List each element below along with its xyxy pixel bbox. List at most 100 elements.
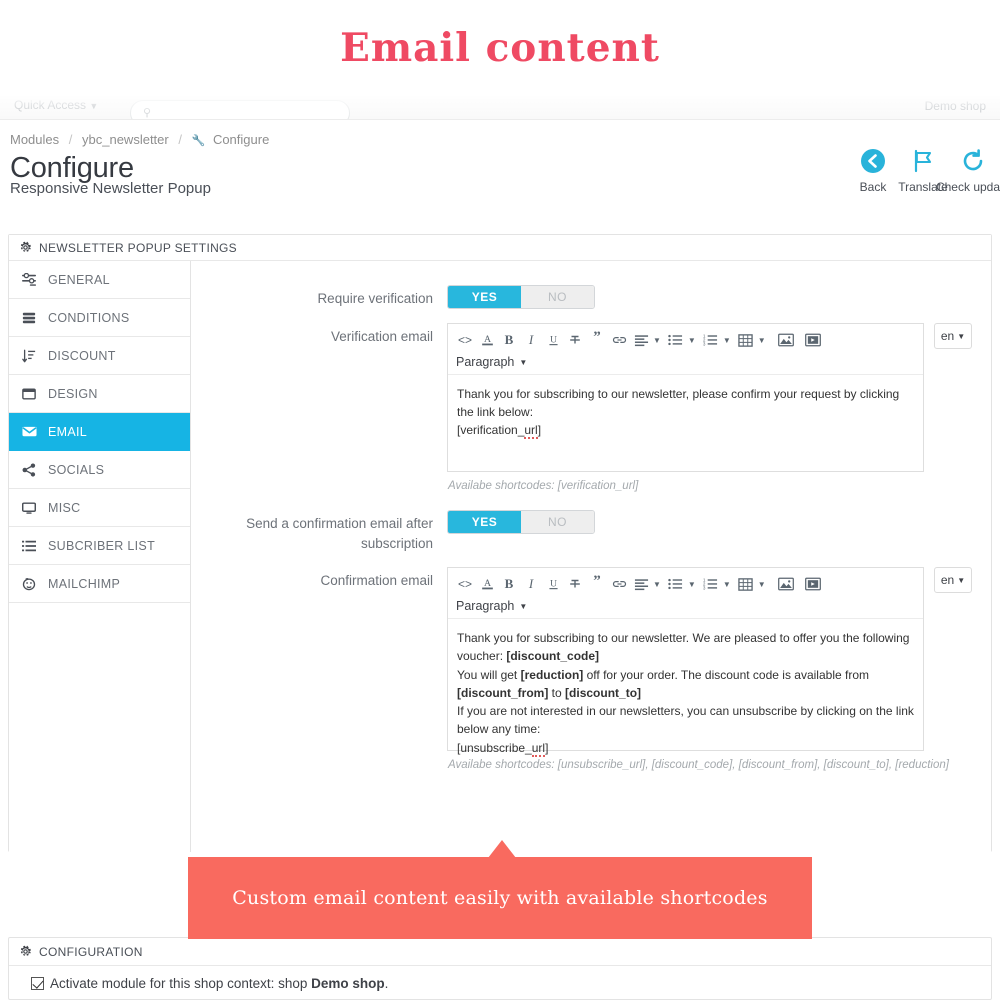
toggle-no-option[interactable]: NO [521, 511, 594, 533]
text-color-icon[interactable]: A [476, 573, 498, 595]
sidebar-item-email[interactable]: EMAIL [9, 413, 190, 451]
toggle-yes-option[interactable]: YES [448, 511, 521, 533]
link-icon[interactable] [608, 573, 630, 595]
page-root: Email content Quick Access ▼ ⚲ Demo shop… [0, 0, 1000, 1000]
ordered-list-icon[interactable]: 123 [700, 573, 722, 595]
breadcrumb-item-module[interactable]: ybc_newsletter [82, 132, 169, 147]
settings-panel-title: NEWSLETTER POPUP SETTINGS [39, 240, 237, 255]
ordered-list-dropdown-caret-icon[interactable]: ▼ [722, 336, 735, 345]
source-code-icon[interactable]: <> [454, 329, 476, 351]
page-subtitle: Responsive Newsletter Popup [10, 180, 211, 197]
window-icon [21, 387, 37, 401]
sidebar-item-general[interactable]: GENERAL [9, 261, 190, 299]
verification-email-hint: Availabe shortcodes: [verification_url] [448, 480, 639, 492]
sidebar-item-conditions[interactable]: CONDITIONS [9, 299, 190, 337]
breadcrumb-item-modules[interactable]: Modules [10, 132, 59, 147]
image-icon[interactable] [775, 329, 797, 351]
table-icon[interactable] [735, 329, 757, 351]
breadcrumb-separator: / [68, 132, 73, 147]
unordered-list-dropdown-caret-icon[interactable]: ▼ [687, 580, 700, 589]
italic-icon[interactable]: I [520, 573, 542, 595]
gear-icon [19, 241, 32, 254]
confirmation-email-language-select[interactable]: en ▼ [934, 567, 972, 594]
global-search-input[interactable]: ⚲ [130, 100, 350, 119]
email-body-line: [unsubscribe_url] [457, 740, 549, 757]
page-header: Modules / ybc_newsletter / 🔧 Configure C… [0, 120, 1000, 228]
email-body-line: Thank you for subscribing to our newslet… [457, 387, 900, 420]
settings-panel-header: NEWSLETTER POPUP SETTINGS [9, 235, 991, 261]
callout-banner: Custom email content easily with availab… [188, 857, 812, 939]
sidebar-item-socials[interactable]: SOCIALS [9, 451, 190, 489]
settings-panel: NEWSLETTER POPUP SETTINGS GENERAL CONDIT… [8, 234, 992, 852]
bold-icon[interactable]: B [498, 573, 520, 595]
shop-selector[interactable]: Demo shop [925, 99, 986, 113]
unordered-list-icon[interactable] [665, 573, 687, 595]
align-icon[interactable] [630, 573, 652, 595]
require-verification-toggle[interactable]: YES NO [447, 285, 595, 309]
confirmation-email-editor[interactable]: <> A B I U ” ▼ ▼ 1 2 3 ▼ ▼ Paragraph ▼ T… [447, 567, 924, 757]
ordered-list-icon[interactable]: 123 [700, 329, 722, 351]
send-confirmation-toggle[interactable]: YES NO [447, 510, 595, 534]
check-update-button[interactable]: Check update [936, 148, 1000, 194]
activate-module-checkbox[interactable] [31, 977, 44, 990]
sliders-icon [21, 272, 37, 287]
configuration-panel-title: CONFIGURATION [39, 944, 143, 959]
verification-email-language-select[interactable]: en ▼ [934, 323, 972, 349]
sidebar-item-mailchimp[interactable]: MAILCHIMP [9, 565, 190, 603]
strikethrough-icon[interactable] [564, 329, 586, 351]
paragraph-format-select[interactable]: Paragraph ▼ [454, 351, 529, 372]
sidebar-item-design[interactable]: DESIGN [9, 375, 190, 413]
chevron-down-icon: ▼ [519, 601, 528, 611]
verification-email-body[interactable]: Thank you for subscribing to our newslet… [448, 375, 923, 471]
toggle-yes-option[interactable]: YES [448, 286, 521, 308]
unordered-list-icon[interactable] [665, 329, 687, 351]
settings-sidebar: GENERAL CONDITIONS DISCOUNT DESIGN EMAIL… [9, 261, 191, 852]
activate-module-checkbox-row[interactable]: Activate module for this shop context: s… [31, 976, 388, 991]
image-icon[interactable] [775, 573, 797, 595]
callout-text: Custom email content easily with availab… [232, 887, 768, 909]
quick-access-menu[interactable]: Quick Access ▼ [14, 98, 98, 112]
text-color-icon[interactable]: A [476, 329, 498, 351]
verification-email-editor[interactable]: <> A B I U ” ▼ ▼ 1 2 3 ▼ ▼ Paragraph ▼ T… [447, 323, 924, 472]
sidebar-item-label: DESIGN [48, 386, 98, 401]
italic-icon[interactable]: I [520, 329, 542, 351]
align-dropdown-caret-icon[interactable]: ▼ [652, 336, 665, 345]
ordered-list-dropdown-caret-icon[interactable]: ▼ [722, 580, 735, 589]
back-button[interactable]: Back [848, 148, 898, 194]
blockquote-icon[interactable]: ” [586, 573, 608, 595]
chevron-down-icon: ▼ [957, 575, 966, 585]
underline-icon[interactable]: U [542, 329, 564, 351]
strikethrough-icon[interactable] [564, 573, 586, 595]
video-icon[interactable] [802, 573, 824, 595]
sidebar-item-label: MAILCHIMP [48, 576, 121, 591]
confirmation-email-body[interactable]: Thank you for subscribing to our newslet… [448, 619, 923, 757]
paragraph-format-select[interactable]: Paragraph ▼ [454, 595, 529, 616]
blockquote-icon[interactable]: ” [586, 329, 608, 351]
settings-panel-body: GENERAL CONDITIONS DISCOUNT DESIGN EMAIL… [9, 261, 991, 852]
align-dropdown-caret-icon[interactable]: ▼ [652, 580, 665, 589]
bold-icon[interactable]: B [498, 329, 520, 351]
table-icon[interactable] [735, 573, 757, 595]
table-dropdown-caret-icon[interactable]: ▼ [757, 580, 770, 589]
sidebar-item-label: SOCIALS [48, 462, 105, 477]
email-body-line: You will get [reduction] off for your or… [457, 667, 869, 700]
sidebar-item-label: EMAIL [48, 424, 88, 439]
sort-icon [21, 349, 37, 363]
sidebar-item-discount[interactable]: DISCOUNT [9, 337, 190, 375]
field-send-confirmation: Send a confirmation email after subscrip… [191, 510, 991, 553]
video-icon[interactable] [802, 329, 824, 351]
quick-access-label: Quick Access [14, 98, 87, 112]
toggle-no-option[interactable]: NO [521, 286, 594, 308]
table-dropdown-caret-icon[interactable]: ▼ [757, 336, 770, 345]
source-code-icon[interactable]: <> [454, 573, 476, 595]
email-body-line: [verification_url] [457, 423, 542, 440]
sidebar-item-subcriber-list[interactable]: SUBCRIBER LIST [9, 527, 190, 565]
mailchimp-icon [21, 577, 37, 591]
shop-name-label: Demo shop [924, 99, 986, 113]
unordered-list-dropdown-caret-icon[interactable]: ▼ [687, 336, 700, 345]
breadcrumb-separator: / [178, 132, 182, 147]
sidebar-item-misc[interactable]: MISC [9, 489, 190, 527]
align-icon[interactable] [630, 329, 652, 351]
link-icon[interactable] [608, 329, 630, 351]
underline-icon[interactable]: U [542, 573, 564, 595]
